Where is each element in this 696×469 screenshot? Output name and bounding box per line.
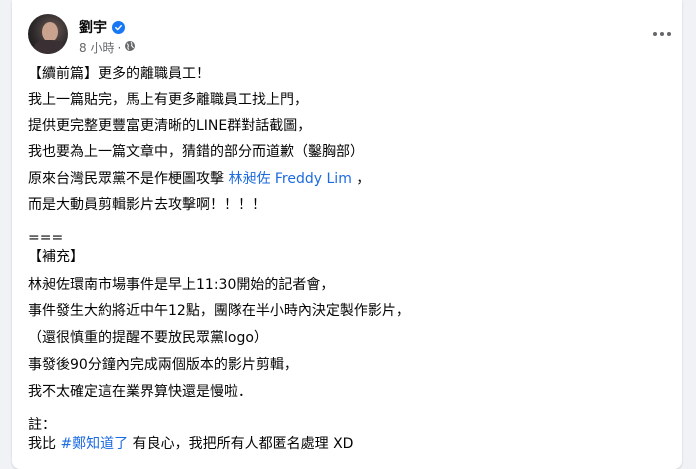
mention-link[interactable]: 林昶佐 Freddy Lim [228,171,351,187]
post-card: 劉宇 8 小時 · 【續前篇】更多的離職員工！ 我上一篇貼完，馬上有更多離職員工… [12,0,682,469]
post-text-line: 【續前篇】更多的離職員工！ [28,66,210,82]
post-text-line: 我不太確定這在業界算快還是慢啦． [28,384,252,400]
verified-badge-icon [112,20,125,34]
post-text: 原來台灣民眾黨不是作梗圖攻擊 [28,171,224,187]
post-text: ， [356,171,371,187]
avatar[interactable] [28,14,68,54]
author-row: 劉宇 [79,17,125,37]
globe-icon [124,40,136,55]
post-text-line: 【補充】 [28,249,84,265]
post-text-line: 而是大動員剪輯影片去攻擊啊！！！！ [28,197,266,213]
post-text-line: 事發後90分鐘內完成兩個版本的影片剪輯， [28,357,298,373]
more-options-icon[interactable] [648,20,676,48]
post-text-line: 林昶佐環南市場事件是早上11:30開始的記者會， [28,277,335,293]
post-text-line: 我也要為上一篇文章中，猜錯的部分而道歉（鑿胸部） [28,144,364,160]
post-text-line: （還很慎重的提醒不要放民眾黨logo） [28,330,268,346]
hashtag-link[interactable]: #鄭知道了 [60,436,128,452]
post-text-line: 提供更完整更豐富更清晰的LINE群對話截圖， [28,118,312,134]
post-text: 有良心，我把所有人都匿名處理 XD [132,436,354,452]
post-header: 劉宇 8 小時 · [28,14,671,58]
post-text-line: 我上一篇貼完，馬上有更多離職員工找上門， [28,92,308,108]
post-meta: 8 小時 · [79,39,136,56]
post-timestamp[interactable]: 8 小時 [79,39,114,56]
avatar-face [42,22,58,42]
avatar-body [34,40,64,54]
post-text-line: 我比 #鄭知道了 有良心，我把所有人都匿名處理 XD [28,434,353,454]
post-text-line: 事件發生大約將近中午12點，團隊在半小時內決定製作影片， [28,303,410,319]
post-text-line: === [28,230,64,246]
author-name[interactable]: 劉宇 [79,17,107,37]
post-text-line: 註： [28,417,56,433]
meta-separator: · [117,40,122,55]
post-text: 我比 [28,436,56,452]
post-text-line: 原來台灣民眾黨不是作梗圖攻擊 林昶佐 Freddy Lim ， [28,169,370,189]
